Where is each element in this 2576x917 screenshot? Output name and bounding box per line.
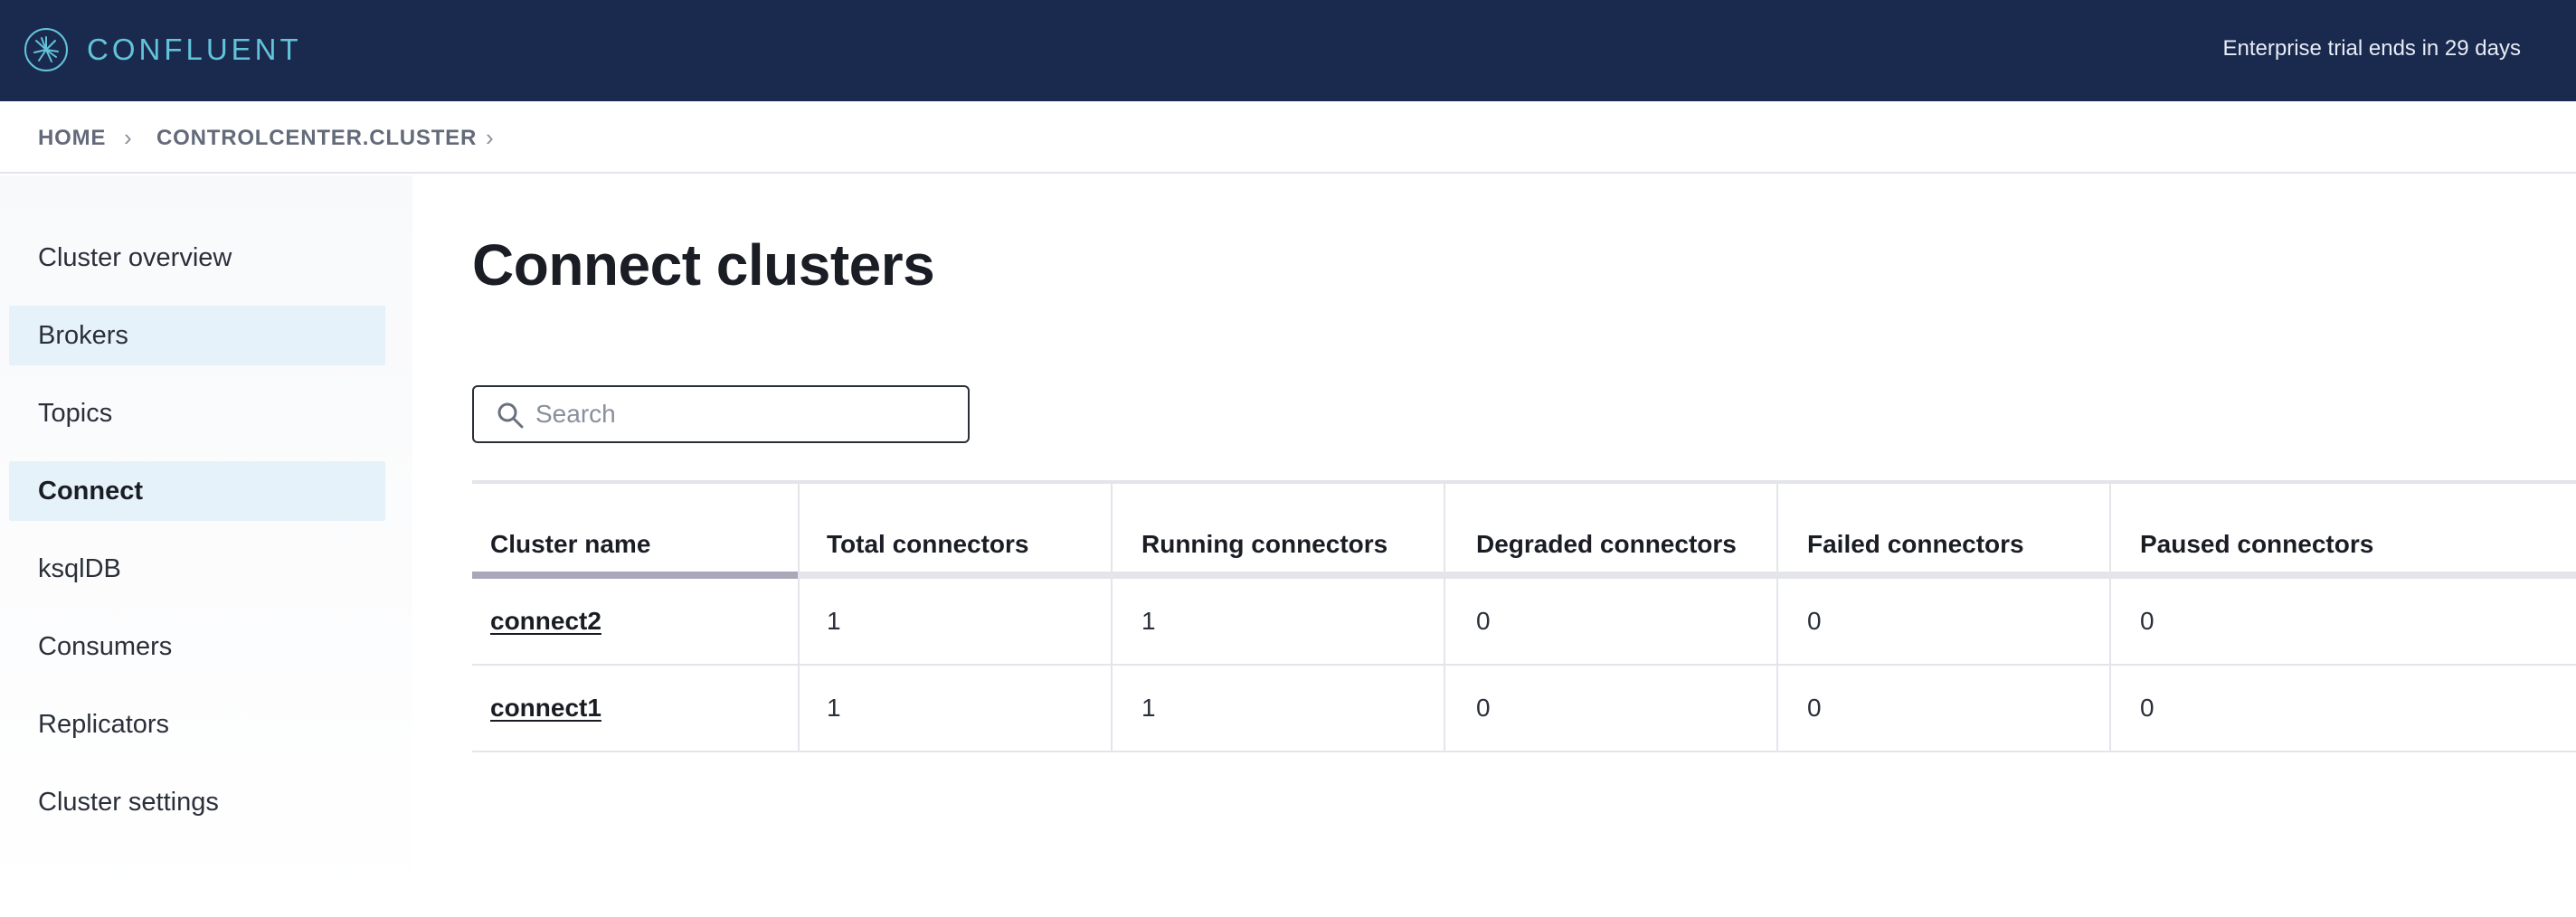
brand-name: CONFLUENT [87, 33, 302, 66]
search-icon [497, 402, 524, 429]
column-header-failed-connectors[interactable]: Failed connectors [1776, 484, 2109, 579]
column-header-paused-connectors[interactable]: Paused connectors [2109, 484, 2576, 579]
table-row: connect1 1 1 0 0 0 [472, 666, 2576, 752]
column-header-total-connectors[interactable]: Total connectors [798, 484, 1111, 579]
chevron-right-icon: › [124, 124, 132, 151]
breadcrumb: HOME › CONTROLCENTER.CLUSTER › [0, 101, 2576, 174]
failed-connectors-cell: 0 [1776, 579, 2109, 664]
search-box[interactable] [472, 385, 970, 443]
sidebar-item-replicators[interactable]: Replicators [9, 695, 385, 754]
degraded-connectors-cell: 0 [1444, 579, 1776, 664]
sidebar-item-consumers[interactable]: Consumers [9, 617, 385, 676]
confluent-starburst-icon [24, 28, 68, 71]
column-header-cluster-name[interactable]: Cluster name [472, 484, 798, 579]
trial-notice: Enterprise trial ends in 29 days [2222, 36, 2521, 61]
paused-connectors-cell: 0 [2109, 579, 2576, 664]
breadcrumb-home[interactable]: HOME [38, 126, 106, 151]
sidebar-item-connect[interactable]: Connect [9, 461, 385, 521]
total-connectors-cell: 1 [798, 579, 1111, 664]
connect-clusters-table: Cluster name Total connectors Running co… [472, 480, 2576, 752]
cluster-link[interactable]: connect1 [490, 694, 601, 723]
running-connectors-cell: 1 [1111, 579, 1444, 664]
cluster-link[interactable]: connect2 [490, 607, 601, 636]
sidebar: Cluster overview Brokers Topics Connect … [0, 175, 412, 917]
table-row: connect2 1 1 0 0 0 [472, 579, 2576, 666]
sidebar-item-brokers[interactable]: Brokers [9, 306, 385, 365]
sidebar-item-cluster-overview[interactable]: Cluster overview [9, 228, 385, 288]
confluent-logo[interactable]: CONFLUENT [24, 27, 302, 72]
chevron-right-icon: › [486, 124, 494, 151]
sidebar-item-topics[interactable]: Topics [9, 383, 385, 443]
search-input[interactable] [535, 396, 952, 432]
sidebar-item-cluster-settings[interactable]: Cluster settings [9, 772, 385, 832]
column-header-running-connectors[interactable]: Running connectors [1111, 484, 1444, 579]
degraded-connectors-cell: 0 [1444, 666, 1776, 751]
paused-connectors-cell: 0 [2109, 666, 2576, 751]
page-title: Connect clusters [472, 232, 935, 298]
sort-indicator [472, 572, 798, 579]
total-connectors-cell: 1 [798, 666, 1111, 751]
failed-connectors-cell: 0 [1776, 666, 2109, 751]
top-navigation-bar: CONFLUENT Enterprise trial ends in 29 da… [0, 0, 2576, 101]
table-header: Cluster name Total connectors Running co… [472, 484, 2576, 579]
running-connectors-cell: 1 [1111, 666, 1444, 751]
sidebar-item-ksqldb[interactable]: ksqlDB [9, 539, 385, 599]
breadcrumb-cluster[interactable]: CONTROLCENTER.CLUSTER [156, 126, 477, 151]
column-header-degraded-connectors[interactable]: Degraded connectors [1444, 484, 1776, 579]
